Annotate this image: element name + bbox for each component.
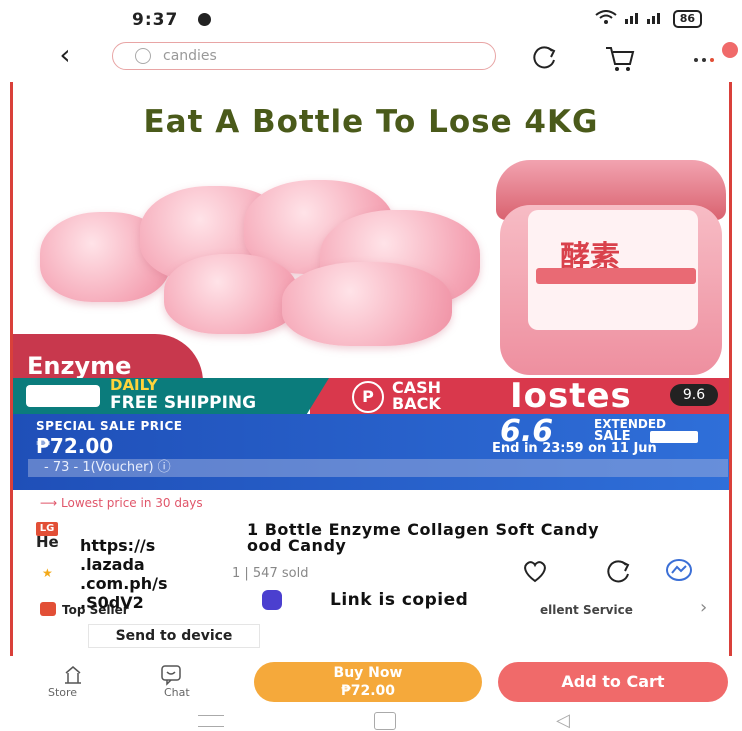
recent-apps-icon[interactable] bbox=[198, 715, 224, 727]
more-options-icon[interactable] bbox=[690, 42, 742, 72]
special-sale-label: SPECIAL SALE PRICE bbox=[36, 419, 183, 433]
search-icon bbox=[135, 48, 151, 64]
buy-now-label: Buy Now bbox=[333, 665, 403, 681]
nav-back-icon[interactable]: ◁ bbox=[556, 710, 570, 731]
sale-countdown: End in 23:59 on 11 Jun bbox=[492, 441, 657, 456]
title-prefix: He bbox=[36, 533, 59, 551]
notification-dot-icon bbox=[198, 13, 211, 26]
jar-label-stripe bbox=[536, 268, 696, 284]
voucher-text: - 73 - 1(Voucher) ⓘ bbox=[44, 460, 171, 475]
back-label: BACK bbox=[392, 394, 441, 413]
buy-now-button[interactable]: Buy Now ₱72.00 bbox=[254, 662, 482, 702]
share-icon[interactable] bbox=[604, 556, 634, 586]
truck-icon bbox=[26, 385, 100, 407]
status-icons: 86 bbox=[595, 10, 702, 28]
buy-now-price: ₱72.00 bbox=[340, 683, 396, 699]
battery-indicator: 86 bbox=[672, 10, 702, 28]
signal-icon bbox=[624, 10, 665, 28]
wifi-icon bbox=[595, 10, 617, 28]
send-to-device-button[interactable]: Send to device bbox=[88, 624, 260, 648]
store-label[interactable]: Store bbox=[48, 686, 77, 699]
search-input[interactable] bbox=[161, 47, 465, 65]
lowest-price-note: ⟶ Lowest price in 30 days bbox=[40, 496, 203, 510]
chat-label[interactable]: Chat bbox=[164, 686, 190, 699]
add-to-cart-button[interactable]: Add to Cart bbox=[498, 662, 728, 702]
home-icon[interactable] bbox=[374, 712, 396, 730]
search-bar[interactable] bbox=[112, 42, 496, 70]
product-title-line2: ood Candy bbox=[247, 536, 347, 555]
product-headline: Eat A Bottle To Lose 4KG bbox=[143, 104, 599, 140]
link-copied-toast: Link is copied bbox=[330, 590, 469, 610]
store-icon[interactable] bbox=[62, 665, 84, 685]
chevron-right-icon[interactable]: › bbox=[700, 597, 707, 618]
top-seller-icon bbox=[40, 602, 56, 616]
daily-label: DAILY bbox=[110, 376, 158, 394]
app-logo-icon bbox=[262, 590, 282, 610]
sold-count: 1 | 547 sold bbox=[232, 566, 309, 581]
back-arrow-icon[interactable]: ‹ bbox=[52, 38, 78, 72]
messenger-icon[interactable] bbox=[664, 556, 694, 586]
cart-icon[interactable] bbox=[604, 42, 636, 72]
service-label: ellent Service bbox=[540, 603, 633, 617]
sale-badge bbox=[650, 431, 698, 443]
brand-text: Iostes bbox=[510, 376, 632, 416]
status-time: 9:37 bbox=[132, 10, 179, 30]
heart-icon[interactable] bbox=[520, 556, 550, 586]
copied-link: https://s .lazada .com.ph/s .S0dV2 bbox=[80, 536, 168, 612]
status-bar: 9:37 86 bbox=[0, 0, 742, 38]
candy-image bbox=[282, 262, 452, 346]
star-icon: ★ bbox=[42, 566, 53, 580]
promo-badge: 9.6 bbox=[670, 384, 718, 406]
free-shipping-label: FREE SHIPPING bbox=[110, 393, 257, 413]
chat-icon[interactable] bbox=[160, 664, 182, 686]
sale-price: ₱72.00 bbox=[36, 434, 114, 458]
candy-image bbox=[164, 254, 298, 334]
enzyme-tag: Enzyme bbox=[13, 334, 203, 382]
share-icon[interactable] bbox=[530, 42, 560, 72]
cashback-icon: P bbox=[352, 381, 384, 413]
